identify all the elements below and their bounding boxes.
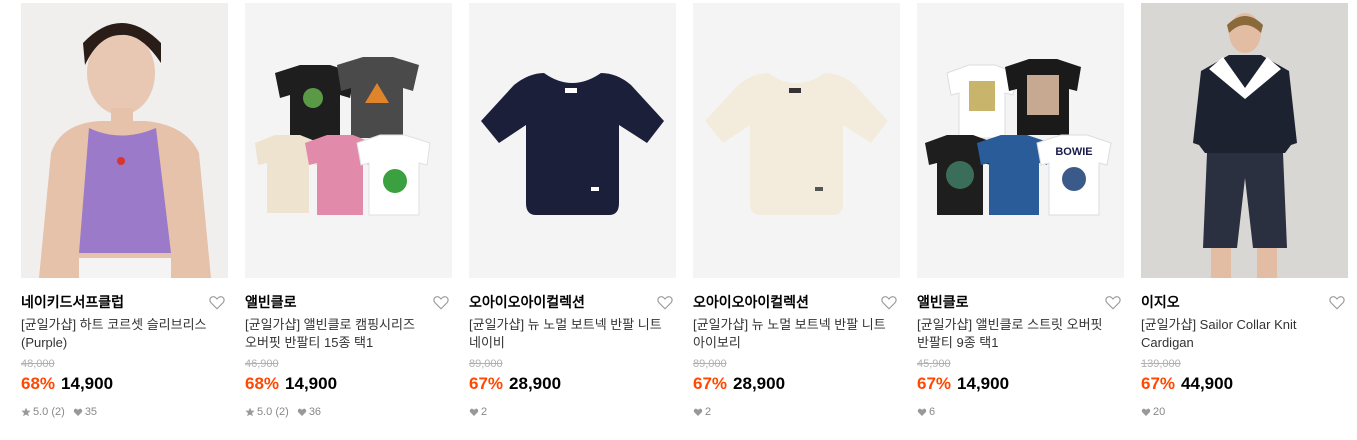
discount-rate: 67% (469, 374, 504, 393)
discount-rate: 67% (917, 374, 952, 393)
brand-name[interactable]: 앨빈클로 (245, 292, 452, 312)
product-image[interactable]: BOWIE (917, 3, 1124, 278)
original-price: 89,000 (693, 358, 727, 370)
review-count: (2) (51, 406, 65, 418)
product-meta: 20 (1141, 405, 1348, 419)
product-image[interactable] (245, 3, 452, 278)
heart-outline-icon[interactable] (208, 293, 226, 311)
review-count: (2) (275, 406, 289, 418)
product-card[interactable]: 네이키드서프클럽 [균일가샵] 하트 코르셋 슬리브리스 (Purple) 48… (21, 3, 228, 419)
original-price: 46,900 (245, 358, 279, 370)
product-card[interactable]: 앨빈클로 [균일가샵] 앨빈클로 캠핑시리즈 오버핏 반팔티 15종 택1 46… (245, 3, 452, 419)
product-card[interactable]: 오아이오아이컬렉션 [균일가샵] 뉴 노멀 보트넥 반팔 니트 네이비 89,0… (469, 3, 676, 419)
discount-rate: 67% (693, 374, 728, 393)
heart-outline-icon[interactable] (880, 293, 898, 311)
discount-rate: 68% (245, 374, 280, 393)
product-name[interactable]: [균일가샵] 뉴 노멀 보트넥 반팔 니트 네이비 (469, 316, 676, 352)
like-count: 6 (929, 406, 936, 418)
heart-outline-icon[interactable] (656, 293, 674, 311)
like-count: 2 (481, 406, 488, 418)
sale-price: 28,900 (733, 374, 786, 393)
heart-outline-icon[interactable] (1328, 293, 1346, 311)
product-meta: 5.0 (2) 36 (245, 405, 452, 419)
like-count: 20 (1153, 406, 1166, 418)
svg-text:BOWIE: BOWIE (1055, 146, 1092, 158)
brand-name[interactable]: 오아이오아이컬렉션 (469, 292, 676, 312)
product-name[interactable]: [균일가샵] 앨빈클로 스트릿 오버핏 반팔티 9종 택1 (917, 316, 1124, 352)
like-count: 36 (308, 406, 322, 418)
rating: 5.0 (257, 406, 273, 418)
product-name[interactable]: [균일가샵] 뉴 노멀 보트넥 반팔 니트 아이보리 (693, 316, 900, 352)
heart-filled-icon (1141, 407, 1151, 417)
original-price: 139,000 (1141, 358, 1181, 370)
star-icon (245, 407, 255, 417)
product-name[interactable]: [균일가샵] Sailor Collar Knit Cardigan (1141, 316, 1348, 352)
original-price: 45,900 (917, 358, 951, 370)
rating: 5.0 (33, 406, 49, 418)
star-icon (21, 407, 31, 417)
brand-name[interactable]: 이지오 (1141, 292, 1348, 312)
brand-name[interactable]: 오아이오아이컬렉션 (693, 292, 900, 312)
original-price: 48,000 (21, 358, 55, 370)
heart-filled-icon (73, 407, 83, 417)
heart-outline-icon[interactable] (1104, 293, 1122, 311)
product-card[interactable]: 오아이오아이컬렉션 [균일가샵] 뉴 노멀 보트넥 반팔 니트 아이보리 89,… (693, 3, 900, 419)
heart-filled-icon (917, 407, 927, 417)
brand-name[interactable]: 앨빈클로 (917, 292, 1124, 312)
product-grid: 네이키드서프클럽 [균일가샵] 하트 코르셋 슬리브리스 (Purple) 48… (0, 0, 1357, 440)
sale-price: 14,900 (957, 374, 1010, 393)
product-image[interactable] (469, 3, 676, 278)
heart-filled-icon (693, 407, 703, 417)
heart-filled-icon (469, 407, 479, 417)
product-meta: 5.0 (2) 35 (21, 405, 228, 419)
product-meta: 2 (693, 405, 900, 419)
like-count: 35 (84, 406, 98, 418)
original-price: 89,000 (469, 358, 503, 370)
product-image[interactable] (693, 3, 900, 278)
sale-price: 44,900 (1181, 374, 1234, 393)
like-count: 2 (705, 406, 712, 418)
product-image[interactable] (21, 3, 228, 278)
sale-price: 14,900 (61, 374, 114, 393)
sale-price: 28,900 (509, 374, 562, 393)
brand-name[interactable]: 네이키드서프클럽 (21, 292, 228, 312)
product-image[interactable] (1141, 3, 1348, 278)
discount-rate: 68% (21, 374, 56, 393)
heart-outline-icon[interactable] (432, 293, 450, 311)
product-card[interactable]: 이지오 [균일가샵] Sailor Collar Knit Cardigan 1… (1141, 3, 1348, 419)
sale-price: 14,900 (285, 374, 338, 393)
product-meta: 6 (917, 405, 1124, 419)
product-card[interactable]: BOWIE 앨빈클로 [균일가샵] 앨빈클로 스트릿 오버핏 반팔티 9종 택1… (917, 3, 1124, 419)
product-meta: 2 (469, 405, 676, 419)
product-name[interactable]: [균일가샵] 앨빈클로 캠핑시리즈 오버핏 반팔티 15종 택1 (245, 316, 452, 352)
product-name[interactable]: [균일가샵] 하트 코르셋 슬리브리스 (Purple) (21, 316, 228, 352)
heart-filled-icon (297, 407, 307, 417)
discount-rate: 67% (1141, 374, 1176, 393)
